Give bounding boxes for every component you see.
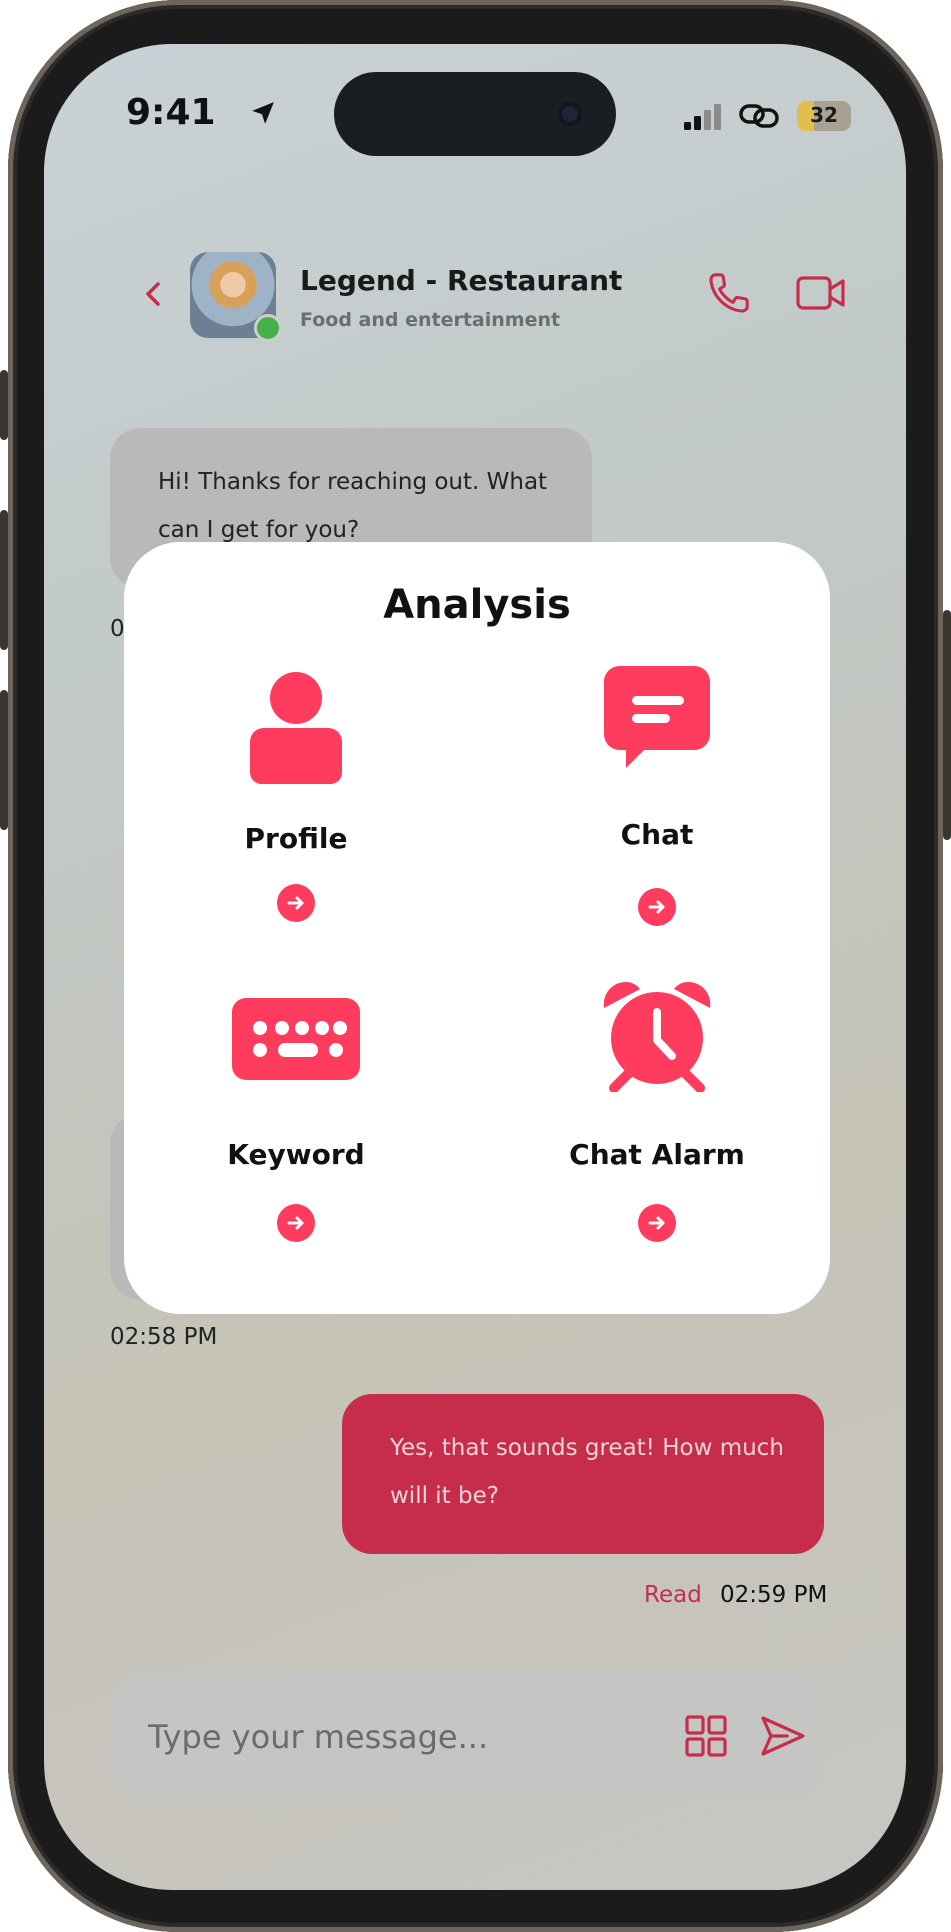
arrow-right-icon[interactable] (638, 1204, 676, 1242)
chat-bubble-icon (604, 666, 710, 768)
power-button (943, 610, 951, 840)
link-icon (739, 104, 779, 128)
analysis-item-keyword[interactable]: Keyword (146, 982, 446, 1282)
screen: 9:41 32 Legend - Restaurant Food and ent… (44, 44, 906, 1890)
camera-icon (558, 102, 582, 126)
signal-bars-icon (684, 104, 721, 130)
video-camera-icon[interactable] (796, 274, 846, 312)
contact-subtitle: Food and entertainment (300, 309, 561, 331)
volume-down-button (0, 690, 8, 830)
send-icon[interactable] (760, 1714, 806, 1758)
outgoing-message-bubble: Yes, that sounds great! How much will it… (342, 1394, 824, 1554)
message-text: Yes, that sounds great! How much will it… (390, 1435, 784, 1509)
battery-level: 32 (810, 103, 838, 127)
arrow-right-icon[interactable] (638, 888, 676, 926)
analysis-item-label: Chat (620, 818, 694, 851)
analysis-item-chat[interactable]: Chat (507, 662, 807, 962)
online-indicator (254, 314, 282, 342)
message-composer (110, 1674, 824, 1798)
analysis-item-label: Keyword (227, 1138, 365, 1171)
grid-icon[interactable] (684, 1714, 728, 1758)
keyboard-icon (232, 998, 360, 1080)
message-time: 02:59 PM (720, 1582, 828, 1608)
contact-name[interactable]: Legend - Restaurant (300, 264, 622, 297)
phone-icon[interactable] (706, 270, 752, 316)
read-receipt: Read (644, 1582, 702, 1608)
dynamic-island (334, 72, 616, 156)
avatar[interactable] (190, 252, 282, 342)
message-time: 02:58 PM (110, 1324, 218, 1350)
battery-icon: 32 (797, 101, 851, 131)
user-icon (250, 672, 342, 784)
arrow-right-icon[interactable] (277, 884, 315, 922)
analysis-item-profile[interactable]: Profile (146, 662, 446, 962)
alarm-clock-icon (603, 982, 711, 1092)
message-input[interactable] (146, 1704, 630, 1770)
chevron-left-icon[interactable] (140, 274, 166, 314)
analysis-modal: Analysis Profile Chat Keyword Chat Alarm (124, 542, 830, 1314)
analysis-item-label: Profile (244, 822, 348, 855)
analysis-item-label: Chat Alarm (569, 1138, 745, 1171)
status-time: 9:41 (126, 92, 216, 133)
volume-up-button (0, 510, 8, 650)
message-time: 0 (110, 616, 125, 642)
analysis-item-chat-alarm[interactable]: Chat Alarm (507, 982, 807, 1282)
message-text: Hi! Thanks for reaching out. What can I … (158, 469, 548, 543)
location-arrow-icon (252, 102, 274, 124)
modal-title: Analysis (383, 582, 571, 628)
arrow-right-icon[interactable] (277, 1204, 315, 1242)
action-button (0, 370, 8, 440)
